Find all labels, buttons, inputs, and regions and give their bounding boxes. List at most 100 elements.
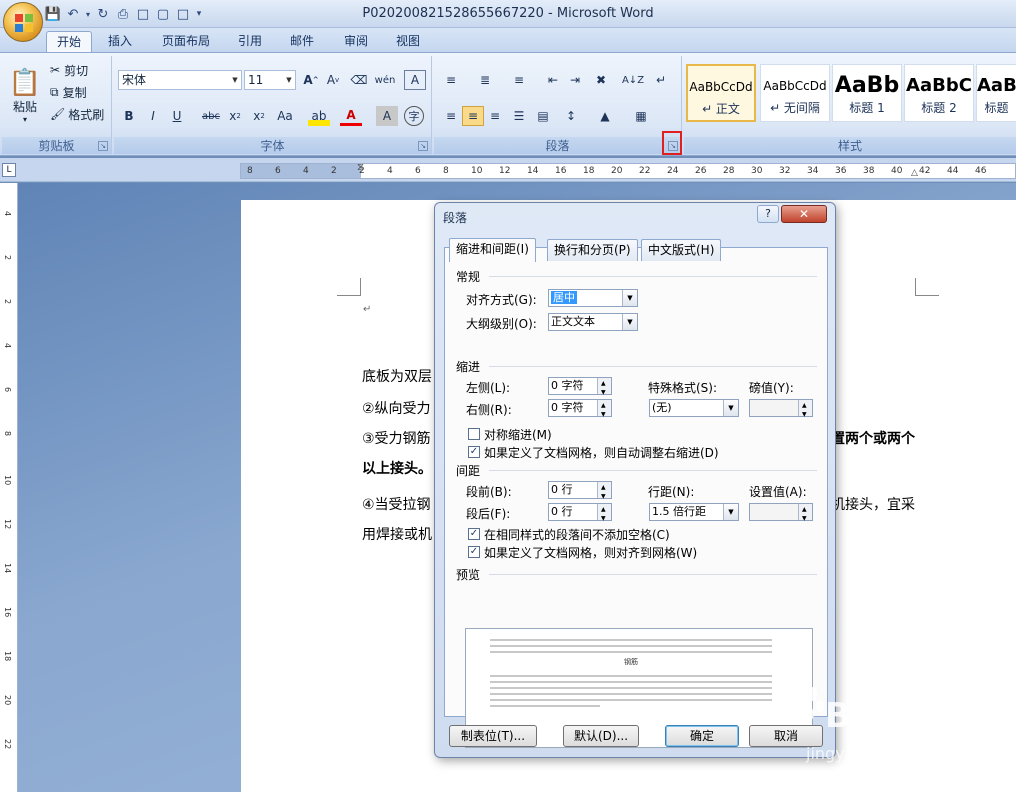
left-indent-spinner[interactable]: 0 字符 [548, 376, 612, 401]
shrink-font-icon[interactable]: Av [322, 70, 344, 90]
numbering-icon[interactable]: ≣ [474, 70, 496, 90]
preview-section-title: 预览 [456, 568, 481, 582]
phonetic-guide-icon[interactable]: wén [374, 70, 396, 90]
character-border-icon[interactable]: A [404, 70, 426, 90]
align-left-icon[interactable]: ≡ [440, 106, 462, 126]
office-button[interactable] [3, 2, 43, 42]
spacing-at-spinner[interactable] [749, 502, 813, 527]
style-heading-2[interactable]: AaBbC 标题 2 [904, 64, 974, 122]
font-size-combo[interactable]: 11 ▼ [244, 70, 296, 90]
chevron-down-icon: ▼ [232, 76, 238, 84]
style-heading-1[interactable]: AaBb 标题 1 [832, 64, 902, 122]
mirror-indents-checkbox[interactable] [468, 428, 480, 440]
shading-icon[interactable]: ▲ [594, 106, 616, 126]
tab-view[interactable]: 视图 [386, 31, 430, 52]
spinner-arrows-icon[interactable] [798, 398, 812, 423]
outline-level-select[interactable]: 正文文本 ▼ [548, 313, 638, 331]
increase-indent-icon[interactable]: ⇥ [564, 70, 586, 90]
distributed-icon[interactable]: ▤ [532, 106, 554, 126]
tab-indents-spacing[interactable]: 缩进和间距(I) [449, 238, 536, 262]
character-shading-icon[interactable]: A [376, 106, 398, 126]
align-right-icon[interactable]: ≡ [484, 106, 506, 126]
highlight-icon[interactable]: ab [308, 106, 330, 126]
underline-icon[interactable]: U [166, 106, 188, 126]
font-color-icon[interactable]: A [340, 106, 362, 126]
chinese-layout-icon[interactable]: ✖ [590, 70, 612, 90]
tab-line-page-breaks[interactable]: 换行和分页(P) [547, 239, 638, 261]
tab-asian-typography[interactable]: 中文版式(H) [641, 239, 722, 261]
help-button[interactable]: ? [757, 205, 779, 223]
tab-page-layout[interactable]: 页面布局 [152, 31, 220, 52]
snap-to-grid-checkbox[interactable]: ✓ [468, 546, 480, 558]
space-before-spinner[interactable]: 0 行 [548, 480, 612, 505]
spinner-arrows-icon[interactable] [597, 398, 611, 423]
style-title[interactable]: AaB 标题 [976, 64, 1016, 122]
font-launcher-icon[interactable]: ↘ [418, 141, 428, 151]
sort-icon[interactable]: A↓Z [622, 70, 644, 90]
paste-button[interactable]: 📋 粘贴 ▾ [6, 60, 44, 132]
dialog-tab-panel: 缩进和间距(I) 换行和分页(P) 中文版式(H) 常规 对齐方式(G): 居中… [444, 238, 828, 748]
tab-selector-icon[interactable]: L [2, 163, 16, 177]
no-space-same-style-checkbox[interactable]: ✓ [468, 528, 480, 540]
show-marks-icon[interactable]: ↵ [650, 70, 672, 90]
clipboard-group-label: 剪贴板 [2, 137, 111, 154]
justify-icon[interactable]: ☰ [508, 106, 530, 126]
tab-insert[interactable]: 插入 [98, 31, 142, 52]
watermark: Baidu经验 jingyan.baidu.com [780, 685, 1002, 768]
tab-review[interactable]: 审阅 [334, 31, 378, 52]
subscript-icon[interactable]: x2 [224, 106, 246, 126]
tab-references[interactable]: 引用 [228, 31, 272, 52]
borders-icon[interactable]: ▦ [630, 106, 652, 126]
tabs-button[interactable]: 制表位(T)... [449, 725, 537, 747]
office-logo-icon [15, 14, 33, 32]
line-spacing-select[interactable]: 1.5 倍行距 ▼ [649, 503, 739, 521]
spinner-arrows-icon[interactable] [597, 502, 611, 527]
alignment-select[interactable]: 居中 ▼ [548, 289, 638, 307]
set-default-button[interactable]: 默认(D)... [563, 725, 639, 747]
vertical-ruler[interactable]: 4 2 2 4 6 8 10 12 14 16 18 20 22 [0, 183, 18, 792]
enclose-character-icon[interactable]: 字 [404, 106, 424, 126]
superscript-icon[interactable]: x2 [248, 106, 270, 126]
left-indent-label: 左侧(L): [466, 381, 511, 395]
align-center-icon[interactable]: ≡ [462, 106, 484, 126]
doc-line-fragment: 置两个或两个 [831, 431, 915, 447]
italic-icon[interactable]: I [142, 106, 164, 126]
indent-by-spinner[interactable] [749, 398, 813, 423]
scissors-icon: ✂ [50, 63, 61, 77]
clipboard-launcher-icon[interactable]: ↘ [98, 141, 108, 151]
right-indent-marker-icon[interactable]: △ [911, 168, 918, 178]
ruler-tick: 46 [975, 166, 987, 176]
clear-format-icon[interactable]: ⌫ [348, 70, 370, 90]
auto-right-indent-checkbox[interactable]: ✓ [468, 446, 480, 458]
font-name-combo[interactable]: 宋体 ▼ [118, 70, 242, 90]
indent-marker-icon[interactable]: ⧖ [357, 162, 364, 173]
ruler-tick: 6 [275, 166, 281, 176]
bold-icon[interactable]: B [118, 106, 140, 126]
space-after-spinner[interactable]: 0 行 [548, 502, 612, 527]
spacing-at-label: 设置值(A): [749, 485, 807, 499]
cut-button[interactable]: ✂ 剪切 [50, 61, 88, 79]
bullets-icon[interactable]: ≡ [440, 70, 462, 90]
right-indent-spinner[interactable]: 0 字符 [548, 398, 612, 423]
spinner-arrows-icon[interactable] [597, 480, 611, 505]
auto-right-indent-label: 如果定义了文档网格，则自动调整右缩进(D) [484, 446, 719, 460]
format-painter-button[interactable]: 🖌 格式刷 [50, 105, 104, 123]
ok-button[interactable]: 确定 [665, 725, 739, 747]
multilevel-list-icon[interactable]: ≡ [508, 70, 530, 90]
strikethrough-icon[interactable]: abc [200, 106, 222, 126]
horizontal-ruler[interactable]: 8 6 4 2 2 4 6 8 10 12 14 16 18 20 22 24 26 28 30 32 34 36 38 40… [240, 162, 1016, 179]
close-button[interactable]: ✕ [781, 205, 827, 223]
style-no-spacing[interactable]: AaBbCcDd ↵ 无间隔 [760, 64, 830, 122]
change-case-icon[interactable]: Aa [274, 106, 296, 126]
special-indent-select[interactable]: (无) ▼ [649, 399, 739, 417]
tab-mailings[interactable]: 邮件 [280, 31, 324, 52]
spinner-arrows-icon[interactable] [798, 502, 812, 527]
copy-button[interactable]: ⧉ 复制 [50, 83, 87, 101]
ruler-tick: 8 [247, 166, 253, 176]
line-spacing-icon[interactable]: ↕ [560, 106, 582, 126]
style-normal[interactable]: AaBbCcDd ↵ 正文 [686, 64, 756, 122]
decrease-indent-icon[interactable]: ⇤ [542, 70, 564, 90]
grow-font-icon[interactable]: A ^ [300, 70, 322, 90]
spinner-arrows-icon[interactable] [597, 376, 611, 401]
tab-home[interactable]: 开始 [46, 31, 93, 52]
